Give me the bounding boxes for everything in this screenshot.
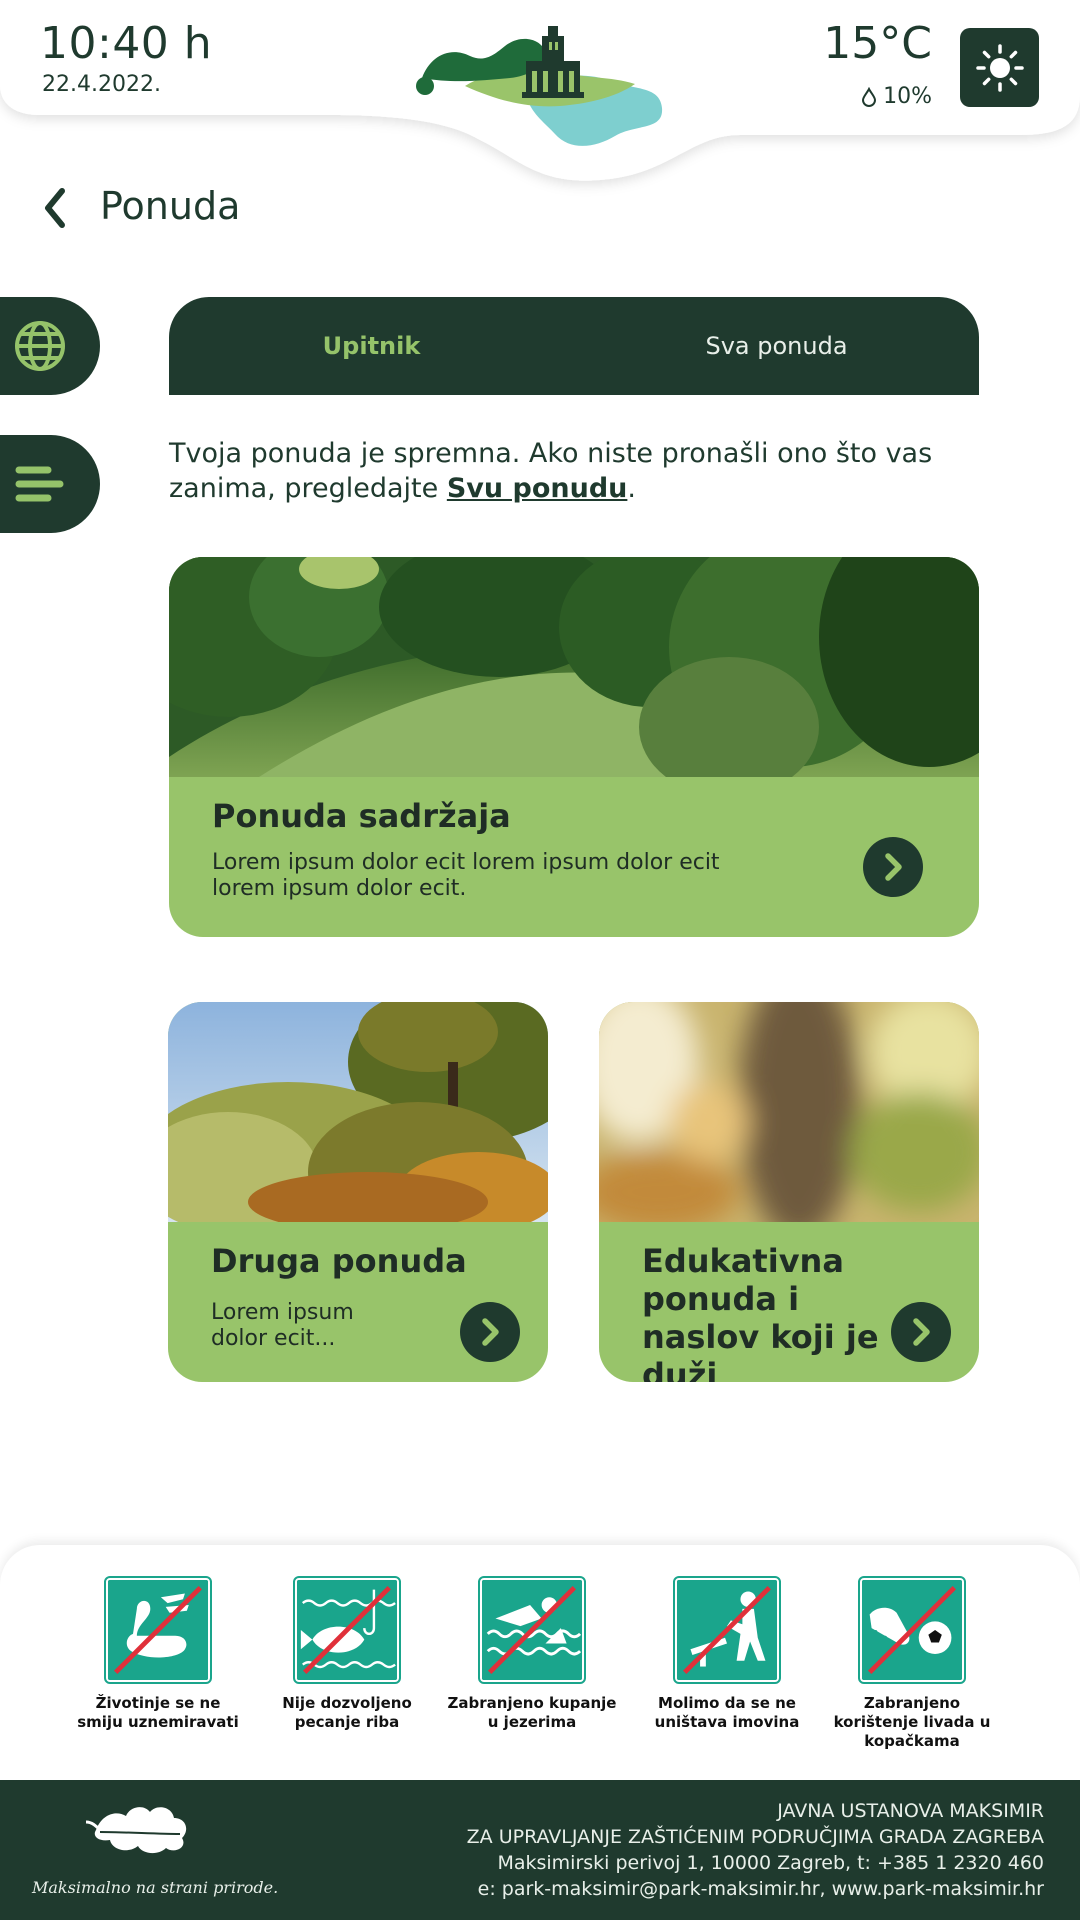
org-subtitle: ZA UPRAVLJANJE ZAŠTIĆENIM PODRUČJIMA GRA… <box>466 1826 1044 1848</box>
card-title: Druga ponuda <box>211 1242 467 1280</box>
globe-icon <box>15 321 65 371</box>
org-contact: e: park-maksimir@park-maksimir.hr, www.p… <box>477 1878 1044 1900</box>
rule-no-fishing: Nije dozvoljeno pecanje riba <box>262 1576 432 1732</box>
weather-button[interactable] <box>960 28 1039 107</box>
all-offers-link[interactable]: Svu ponudu <box>447 473 628 504</box>
clock-date: 22.4.2022. <box>42 72 161 97</box>
menu-icon <box>15 466 64 502</box>
humidity-row: 10% <box>861 84 932 109</box>
chevron-left-icon[interactable] <box>40 186 70 230</box>
footer: Maksimalno na strani prirode. JAVNA USTA… <box>0 1780 1080 1920</box>
card-title: Edukativna ponuda i naslov koji je duži <box>642 1242 879 1382</box>
tab-sva-ponuda[interactable]: Sva ponuda <box>574 297 979 395</box>
rule-no-disturbing-animals: Životinje se ne smiju uznemiravati <box>73 1576 243 1732</box>
card-description: Lorem ipsum dolor ecit... <box>211 1300 354 1351</box>
rule-no-vandalism: Molimo da se ne uništava imovina <box>642 1576 812 1732</box>
no-vandalism-icon <box>673 1576 781 1684</box>
organization-info: JAVNA USTANOVA MAKSIMIR ZA UPRAVLJANJE Z… <box>467 1798 1044 1902</box>
intro-text: Tvoja ponuda je spremna. Ako niste prona… <box>169 436 989 506</box>
no-swimming-icon <box>478 1576 586 1684</box>
no-football-boots-icon <box>858 1576 966 1684</box>
offer-card-content[interactable]: Ponuda sadržaja Lorem ipsum dolor ecit l… <box>169 557 979 937</box>
autumn-trees-image <box>168 1002 548 1222</box>
temperature: 15°C <box>823 18 932 69</box>
card-arrow-button[interactable] <box>460 1302 520 1362</box>
no-swan-icon <box>104 1576 212 1684</box>
tab-bar: Upitnik Sva ponuda <box>169 297 979 395</box>
card-arrow-button[interactable] <box>863 837 923 897</box>
offer-card-education[interactable]: Edukativna ponuda i naslov koji je duži <box>599 1002 979 1382</box>
rule-label: Molimo da se ne uništava imovina <box>654 1694 800 1731</box>
tagline: Maksimalno na strani prirode. <box>32 1878 279 1897</box>
rule-label: Zabranjeno korištenje livada u kopačkama <box>833 1694 991 1750</box>
oak-leaf-logo <box>86 1807 187 1854</box>
chevron-right-icon <box>482 1318 499 1346</box>
chevron-right-icon <box>885 853 902 881</box>
org-address: Maksimirski perivoj 1, 10000 Zagreb, t: … <box>497 1852 1044 1874</box>
clock-time: 10:40 h <box>40 18 213 69</box>
org-name: JAVNA USTANOVA MAKSIMIR <box>777 1800 1044 1822</box>
card-arrow-button[interactable] <box>891 1302 951 1362</box>
page-title: Ponuda <box>100 184 241 228</box>
offer-card-other[interactable]: Druga ponuda Lorem ipsum dolor ecit... <box>168 1002 548 1382</box>
rule-no-football-boots: Zabranjeno korištenje livada u kopačkama <box>827 1576 997 1751</box>
rule-label: Životinje se ne smiju uznemiravati <box>77 1694 239 1731</box>
tab-upitnik[interactable]: Upitnik <box>169 297 574 395</box>
card-title: Ponuda sadržaja <box>212 797 511 835</box>
drop-icon <box>862 86 877 107</box>
menu-button[interactable] <box>0 435 100 533</box>
park-logo <box>416 26 663 146</box>
rule-label: Zabranjeno kupanje u jezerima <box>447 1694 617 1731</box>
language-button[interactable] <box>0 297 100 395</box>
card-description: Lorem ipsum dolor ecit lorem ipsum dolor… <box>212 850 720 901</box>
rule-label: Nije dozvoljeno pecanje riba <box>282 1694 412 1731</box>
intro-end: . <box>627 473 636 504</box>
park-meadow-image <box>169 557 979 777</box>
rule-no-swimming: Zabranjeno kupanje u jezerima <box>447 1576 617 1732</box>
humidity-value: 10% <box>883 84 932 109</box>
sun-icon <box>975 43 1024 92</box>
chevron-right-icon <box>913 1318 930 1346</box>
no-fishing-icon <box>293 1576 401 1684</box>
blurred-tree-image <box>599 1002 979 1222</box>
